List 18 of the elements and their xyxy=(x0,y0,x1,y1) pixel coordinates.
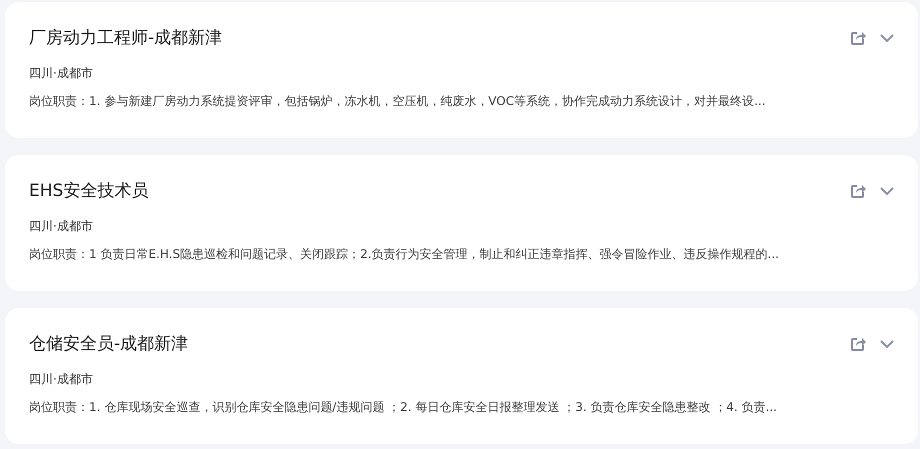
share-icon[interactable] xyxy=(850,30,866,46)
job-card[interactable]: 仓储安全员-成都新津 四川·成都市 岗位职责：1. 仓库现场安全巡查，识别仓库安全隐患问题/违规问题 ；2. 每日仓库安全日报整理发送 ；3. 负责仓库安全隐患整改 ；4. 负责... xyxy=(5,308,918,444)
chevron-down-icon[interactable] xyxy=(880,186,894,196)
share-icon[interactable] xyxy=(850,336,866,352)
share-icon[interactable] xyxy=(850,183,866,199)
job-location: 四川·成都市 xyxy=(29,218,94,235)
job-description: 岗位职责：1. 仓库现场安全巡查，识别仓库安全隐患问题/违规问题 ；2. 每日仓库安全日报整理发送 ；3. 负责仓库安全隐患整改 ；4. 负责... xyxy=(29,399,778,416)
job-title: EHS安全技术员 xyxy=(29,180,148,203)
job-title: 厂房动力工程师-成都新津 xyxy=(29,27,222,50)
chevron-down-icon[interactable] xyxy=(880,34,894,42)
job-location: 四川·成都市 xyxy=(29,65,94,82)
chevron-down-icon[interactable] xyxy=(880,340,894,348)
job-title: 仓储安全员-成都新津 xyxy=(29,333,188,356)
job-location: 四川·成都市 xyxy=(29,371,94,388)
job-description: 岗位职责：1 负责日常E.H.S隐患巡检和问题记录、关闭跟踪；2.负责行为安全管理，制止和纠正违章指挥、强令冒险作业、违反操作规程的... xyxy=(29,246,780,263)
job-description: 岗位职责：1. 参与新建厂房动力系统提资评审，包括锅炉，冻水机，空压机，纯废水，VOC等系统，协作完成动力系统设计，对并最终设... xyxy=(29,93,767,110)
job-card[interactable]: 厂房动力工程师-成都新津 四川·成都市 岗位职责：1. 参与新建厂房动力系统提资评审，包括锅炉，冻水机，空压机，纯废水，VOC等系统，协作完成动力系统设计，对并最终设... xyxy=(5,2,918,138)
job-card[interactable]: EHS安全技术员 四川·成都市 岗位职责：1 负责日常E.H.S隐患巡检和问题记录、关闭跟踪；2.负责行为安全管理，制止和纠正违章指挥、强令冒险作业、违反操作规程的... xyxy=(5,155,918,291)
